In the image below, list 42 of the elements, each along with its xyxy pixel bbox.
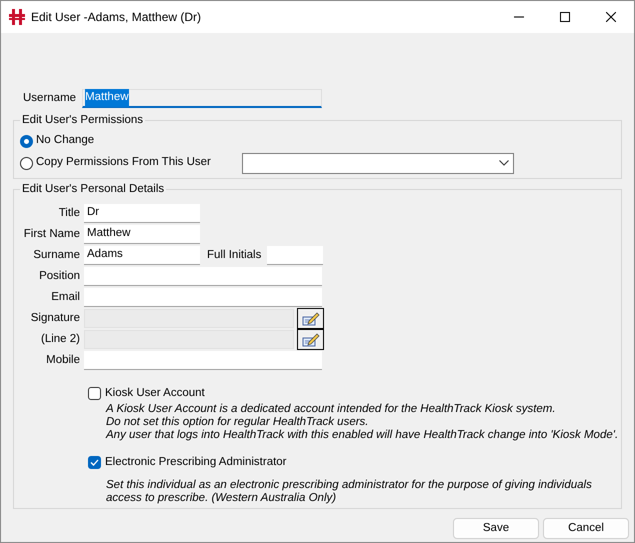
username-label: Username	[23, 90, 76, 106]
checkbox[interactable]	[88, 387, 101, 400]
chevron-down-icon	[498, 160, 509, 166]
username-field[interactable]: Matthew	[82, 89, 322, 108]
app-cross-icon	[9, 9, 25, 25]
field-label: Mobile	[45, 352, 81, 368]
radio-label[interactable]: No Change	[36, 132, 94, 150]
description-text: Set this individual as an electronic prescribing administrator for the purpose of giving individuals access to prescribe. (Western Australia Only)	[106, 478, 593, 504]
field-label: Surname	[32, 248, 81, 263]
text-field[interactable]	[84, 351, 322, 370]
description-text: A Kiosk User Account is a dedicated account intended for the HealthTrack Kiosk system.	[106, 403, 557, 416]
field-label: Email	[50, 290, 81, 305]
text-field[interactable]: Matthew	[84, 225, 200, 244]
field-label: (Line 2)	[40, 332, 81, 347]
field-label: Full Initials	[207, 248, 262, 263]
maximize-icon[interactable]	[560, 12, 570, 22]
notepad-pencil-icon	[302, 332, 320, 346]
radio-label[interactable]: Copy Permissions From This User	[36, 154, 211, 172]
dialog-button[interactable]: Save	[453, 518, 539, 539]
user-dropdown[interactable]	[242, 152, 514, 174]
field-label: Signature	[30, 310, 81, 326]
description-text: Do not set this option for regular HealthTrack users.	[106, 416, 370, 430]
edit-button[interactable]	[297, 308, 324, 329]
checkbox[interactable]	[88, 456, 101, 470]
field-label: Position	[38, 268, 81, 284]
text-field[interactable]	[84, 267, 322, 286]
field-label: Title	[58, 206, 81, 221]
checkbox-label[interactable]: Kiosk User Account	[105, 385, 205, 402]
edit-button[interactable]	[297, 329, 324, 350]
radio-button[interactable]	[20, 156, 33, 170]
text-field[interactable]	[267, 246, 324, 265]
description-text: Any user that logs into HealthTrack with this enabled will have HealthTrack change into 'Kiosk Mode'.	[106, 429, 620, 442]
text-field[interactable]	[84, 288, 322, 307]
radio-button[interactable]	[20, 134, 33, 148]
text-field[interactable]: Dr	[84, 204, 200, 223]
text-field[interactable]: Adams	[84, 246, 200, 265]
close-icon[interactable]	[606, 12, 616, 22]
field-label: First Name	[22, 226, 81, 242]
notepad-pencil-icon	[302, 312, 320, 326]
checkbox-label[interactable]: Electronic Prescribing Administrator	[105, 454, 287, 472]
window-title: Edit User -Adams, Matthew (Dr)	[31, 9, 202, 26]
dialog-button[interactable]: Cancel	[543, 518, 629, 539]
